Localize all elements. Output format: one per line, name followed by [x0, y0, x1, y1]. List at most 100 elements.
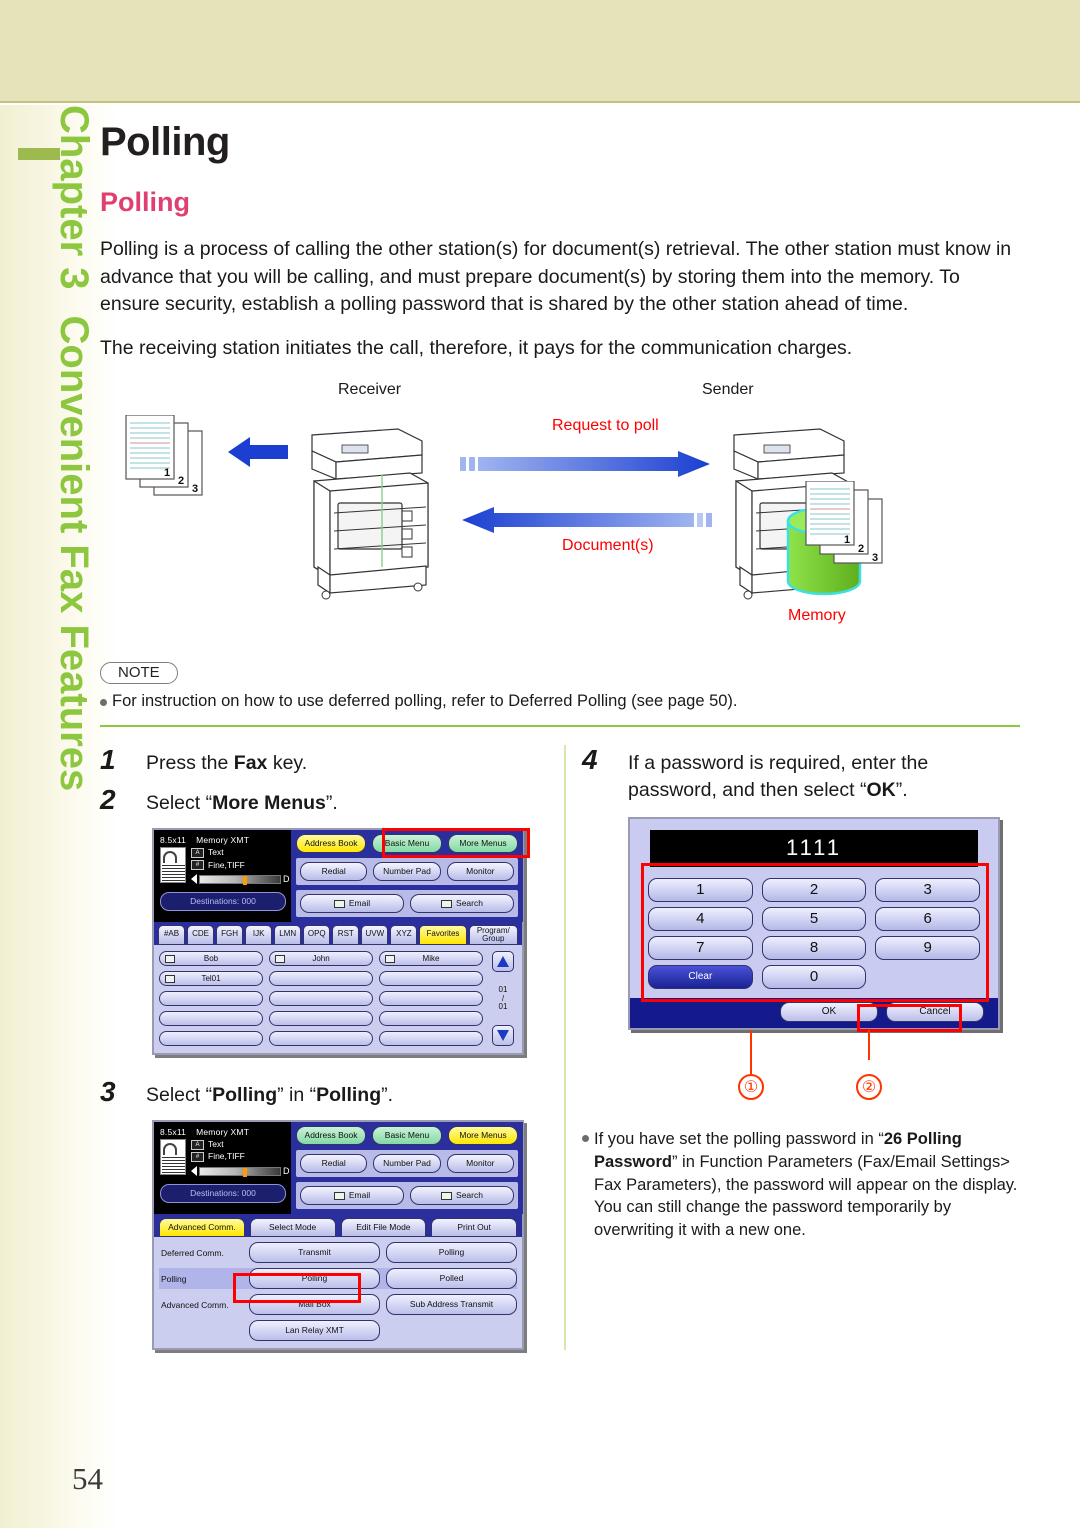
lcd1-more-menus-button[interactable]: More Menus: [448, 834, 518, 854]
lcd1-address-grid: Bob John Mike Tel01: [159, 951, 483, 1047]
key-6[interactable]: 6: [875, 907, 981, 932]
deferred-polling-button[interactable]: Polling: [386, 1242, 517, 1263]
alpha-tab-lmn[interactable]: LMN: [274, 925, 302, 946]
step-3-bold-2: Polling: [316, 1084, 382, 1107]
key-3[interactable]: 3: [875, 878, 981, 903]
lcd1-address-book-button[interactable]: Address Book: [296, 834, 366, 854]
address-cell[interactable]: [269, 1011, 373, 1027]
alpha-tab-uvw[interactable]: UVW: [361, 925, 389, 946]
address-row: [159, 1011, 483, 1027]
lcd1-basic-menu-button[interactable]: Basic Menu: [372, 834, 442, 854]
callout-2-marker: ②: [856, 1074, 882, 1101]
lcd2-redial-button[interactable]: Redial: [300, 1154, 368, 1173]
lcd2-address-book-button[interactable]: Address Book: [296, 1126, 366, 1145]
lcd2-search-button[interactable]: Search: [410, 1186, 514, 1205]
address-cell[interactable]: [379, 1011, 483, 1027]
lan-relay-xmt-button[interactable]: Lan Relay XMT: [249, 1320, 380, 1341]
address-cell[interactable]: [269, 991, 373, 1007]
lcd2-density-slider[interactable]: D: [191, 1165, 290, 1177]
tab-edit-file-mode[interactable]: Edit File Mode: [340, 1218, 427, 1237]
lcd1-resolution-row: # Fine,TIFF: [191, 860, 290, 871]
address-cell[interactable]: [159, 1011, 263, 1027]
alpha-tab-rst[interactable]: RST: [332, 925, 360, 946]
lcd1-number-pad-button[interactable]: Number Pad: [373, 862, 441, 882]
lcd-screen-fax-home[interactable]: 8.5x11 Memory XMT A Text # Fine,TIFF D D…: [152, 828, 530, 1056]
menu-row-lan-relay: Lan Relay XMT: [159, 1320, 517, 1341]
steps-right-column: 4 If a password is required, enter the p…: [582, 744, 1020, 1350]
address-cell[interactable]: [379, 991, 483, 1007]
alpha-tab-program-group[interactable]: Program/Group: [468, 925, 519, 946]
alpha-tab-ijk[interactable]: IJK: [245, 925, 273, 946]
callout-1-marker: ①: [738, 1074, 764, 1101]
address-cell[interactable]: [269, 971, 373, 987]
address-cell[interactable]: [159, 991, 263, 1007]
lcd1-address-area: Bob John Mike Tel01 01 / 01: [154, 945, 522, 1054]
alpha-tab-opq[interactable]: OPQ: [303, 925, 331, 946]
tab-advanced-comm[interactable]: Advanced Comm.: [159, 1218, 245, 1237]
lcd1-density-slider[interactable]: D: [191, 873, 290, 885]
step-2-text-pre: Select “: [146, 792, 213, 815]
mail-box-button[interactable]: Mail Box: [249, 1294, 380, 1315]
key-0[interactable]: 0: [761, 965, 867, 990]
lcd2-email-button[interactable]: Email: [300, 1186, 404, 1205]
ok-button[interactable]: OK: [780, 1002, 878, 1023]
alpha-tab-cde[interactable]: CDE: [187, 925, 215, 946]
address-cell[interactable]: [269, 1031, 373, 1047]
lcd2-more-menus-button[interactable]: More Menus: [448, 1126, 518, 1145]
address-cell[interactable]: [159, 1031, 263, 1047]
lcd1-redial-button[interactable]: Redial: [300, 862, 368, 882]
scroll-up-button[interactable]: [492, 951, 514, 973]
tab-select-mode[interactable]: Select Mode: [249, 1218, 336, 1237]
cancel-button[interactable]: Cancel: [886, 1002, 984, 1023]
key-8[interactable]: 8: [761, 936, 867, 961]
deferred-transmit-button[interactable]: Transmit: [249, 1242, 380, 1263]
address-cell[interactable]: Mike: [379, 951, 483, 967]
step-3: 3 Select “Polling” in “Polling”.: [100, 1077, 548, 1110]
polling-button[interactable]: Polling: [249, 1268, 380, 1289]
menu-row-deferred-comm: Deferred Comm. Transmit Polling: [159, 1242, 517, 1263]
bullet-icon: [582, 1135, 589, 1143]
key-7[interactable]: 7: [648, 936, 753, 961]
key-4[interactable]: 4: [648, 907, 753, 932]
key-1[interactable]: 1: [648, 878, 753, 903]
callout-1-leader: [750, 1030, 752, 1075]
lcd1-search-button[interactable]: Search: [410, 894, 514, 914]
density-bar: [199, 874, 281, 885]
lcd2-top-button-row: Address Book Basic Menu More Menus: [296, 1126, 518, 1145]
lcd-screen-password-keypad[interactable]: 1111 1 2 3 4 5 6 7 8 9 Clear 0 OK Cancel: [628, 817, 1000, 1033]
page-title: Polling: [100, 120, 230, 164]
key-5[interactable]: 5: [761, 907, 867, 932]
alpha-tab-fgh[interactable]: FGH: [216, 925, 244, 946]
lcd2-destinations-button[interactable]: Destinations: 000: [160, 1184, 286, 1204]
key-2[interactable]: 2: [761, 878, 867, 903]
lcd2-paper-size: 8.5x11: [160, 1127, 187, 1137]
alpha-tab-xyz[interactable]: XYZ: [390, 925, 418, 946]
lcd2-monitor-button[interactable]: Monitor: [446, 1154, 514, 1173]
lcd-screen-polling-menu[interactable]: 8.5x11 Memory XMT A Text # Fine,TIFF D D…: [152, 1120, 524, 1350]
address-cell[interactable]: [379, 1031, 483, 1047]
key-clear[interactable]: Clear: [648, 965, 753, 990]
document-preview-icon: [160, 1139, 186, 1175]
lcd2-basic-menu-button[interactable]: Basic Menu: [372, 1126, 442, 1145]
sub-address-transmit-button[interactable]: Sub Address Transmit: [386, 1294, 517, 1315]
alpha-tab-favorites[interactable]: Favorites: [419, 925, 467, 946]
step-2-bold: More Menus: [212, 792, 326, 815]
lcd1-monitor-button[interactable]: Monitor: [446, 862, 514, 882]
address-cell[interactable]: Bob: [159, 951, 263, 967]
lcd2-button-panel: Address Book Basic Menu More Menus Redia…: [291, 1122, 523, 1214]
lcd1-destinations-button[interactable]: Destinations: 000: [160, 892, 286, 912]
scroll-down-button[interactable]: [492, 1025, 514, 1047]
svg-text:1: 1: [844, 534, 850, 546]
address-cell[interactable]: Tel01: [159, 971, 263, 987]
step-2: 2 Select “More Menus”.: [100, 785, 548, 818]
lcd1-alpha-tabs: #AB CDE FGH IJK LMN OPQ RST UVW XYZ Favo…: [154, 922, 522, 946]
tab-print-out[interactable]: Print Out: [431, 1218, 517, 1237]
key-9[interactable]: 9: [875, 936, 981, 961]
alpha-tab-ab[interactable]: #AB: [158, 925, 186, 946]
address-cell[interactable]: John: [269, 951, 373, 967]
callouts: ① ②: [628, 1030, 1000, 1122]
polled-button[interactable]: Polled: [386, 1268, 517, 1289]
lcd1-email-button[interactable]: Email: [300, 894, 404, 914]
address-cell[interactable]: [379, 971, 483, 987]
lcd2-number-pad-button[interactable]: Number Pad: [373, 1154, 441, 1173]
